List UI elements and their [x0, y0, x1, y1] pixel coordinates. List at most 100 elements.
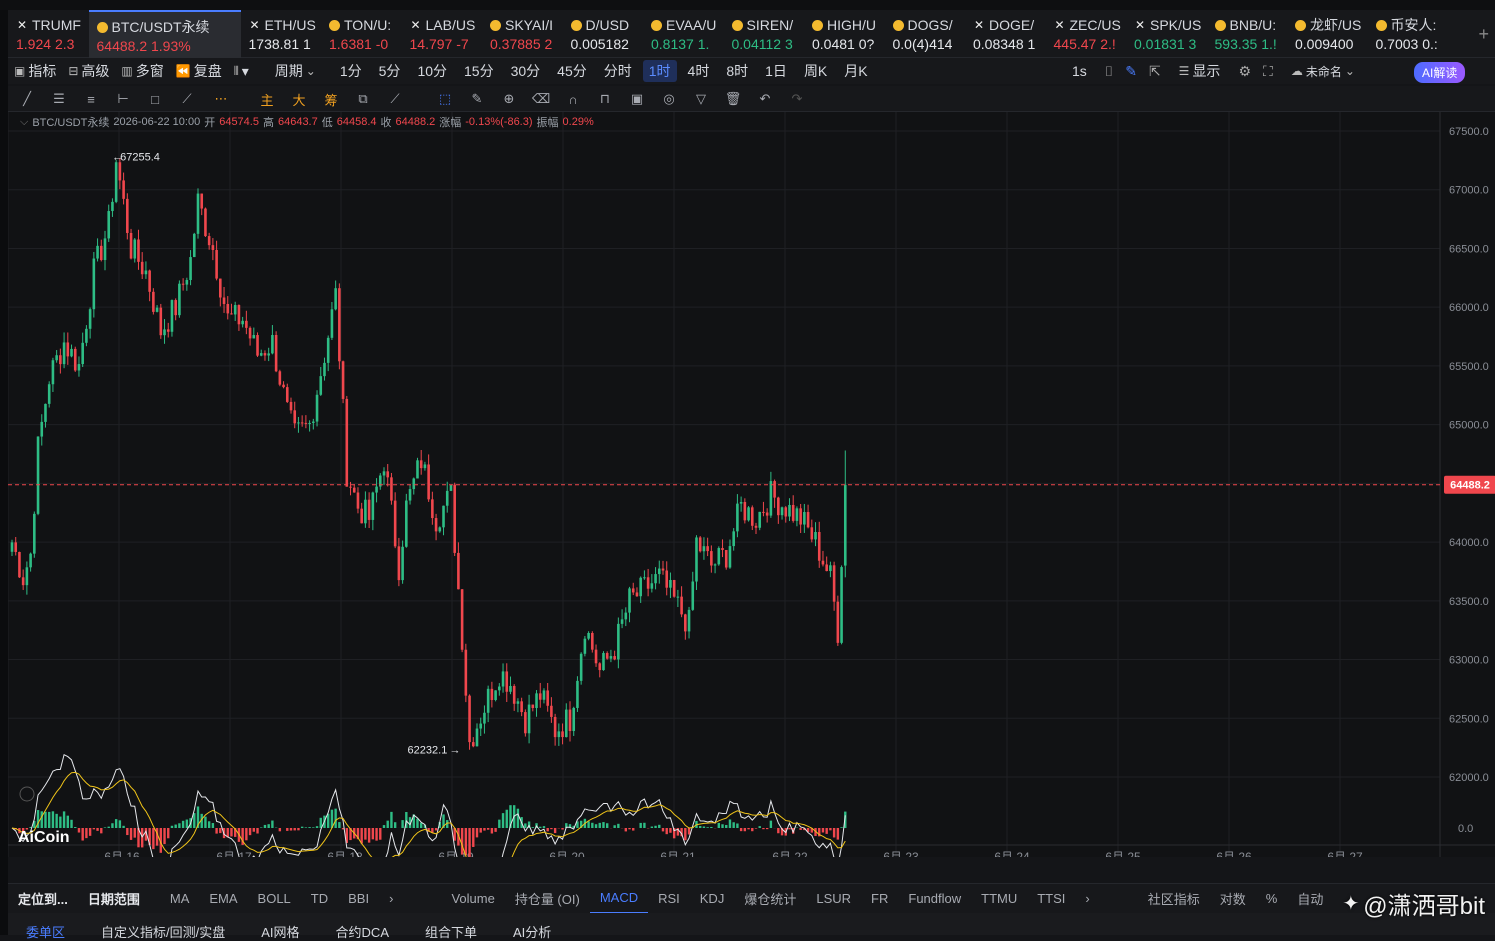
indicator-tab[interactable]: KDJ [690, 891, 735, 906]
indicator-tab[interactable]: Fundflow [898, 891, 971, 906]
copy-icon[interactable]: ⧉ [354, 91, 372, 107]
price-chart[interactable]: 67500.067000.066500.066000.065500.065000… [8, 112, 1495, 857]
panel-tab[interactable]: 合约DCA [318, 922, 407, 941]
ticker-item[interactable]: 龙虾/US0.009400 [1287, 10, 1368, 58]
ticker-item[interactable]: BNB/U:593.35 1.! [1207, 10, 1288, 58]
layout-name-dropdown[interactable]: ☁未命名⌄ [1285, 60, 1361, 82]
ticker-item[interactable]: TON/U:1.6381 -0 [321, 10, 402, 58]
main-indicator-icon[interactable]: 主 [258, 91, 276, 107]
period-option[interactable]: 1分 [334, 60, 368, 82]
ticker-item[interactable]: EVAA/U0.8137 1. [643, 10, 724, 58]
ticker-item[interactable]: ✕ZEC/US445.47 2.! [1046, 10, 1127, 58]
eraser-icon[interactable]: ⌫ [532, 91, 550, 107]
undo-icon[interactable]: ↶ [756, 91, 774, 107]
big-order-icon[interactable]: 大 [290, 91, 308, 107]
toolbar-advanced-button[interactable]: ⊟高级 [62, 60, 115, 82]
panel-tab[interactable]: AI分析 [495, 922, 569, 941]
period-option[interactable]: 月K [838, 60, 873, 82]
period-option[interactable]: 45分 [551, 60, 593, 82]
template-icon[interactable]: ▣ [628, 91, 646, 107]
ticker-item[interactable]: ✕DOGE/0.08348 1 [965, 10, 1046, 58]
indicator-tab[interactable]: % [1256, 891, 1288, 906]
rectangle-tool-icon[interactable]: □ [146, 91, 164, 107]
ticker-item[interactable]: SIREN/0.04112 3 [724, 10, 805, 58]
period-option[interactable]: 15分 [458, 60, 500, 82]
indicator-tab[interactable]: TTSI [1027, 891, 1075, 906]
toolbar-replay-button[interactable]: ⏪复盘 [170, 60, 228, 82]
share-icon[interactable]: ⇱ [1149, 63, 1161, 80]
ray-tool-icon[interactable]: ⊢ [114, 91, 132, 107]
indicator-tab[interactable]: MACD [590, 884, 648, 914]
period-option[interactable]: 4时 [682, 60, 716, 82]
ticker-item[interactable]: SKYAI/I0.37885 2 [482, 10, 563, 58]
filter-icon[interactable]: ▽ [692, 91, 710, 107]
period-option[interactable]: 30分 [505, 60, 547, 82]
lock-icon[interactable]: ⊓ [596, 91, 614, 107]
indicator-tab[interactable]: Volume [441, 891, 504, 906]
period-option[interactable]: 8时 [720, 60, 754, 82]
settings-icon[interactable]: ⚙ [1238, 63, 1251, 80]
period-option[interactable]: 分时 [598, 60, 638, 82]
info-collapse-icon[interactable]: ⌵ [20, 116, 28, 129]
select-icon[interactable]: ⬚ [436, 91, 454, 107]
indicator-tab[interactable]: 定位到... [8, 889, 78, 908]
hide-icon[interactable]: ◎ [660, 91, 678, 107]
period-option[interactable]: 5分 [373, 60, 407, 82]
seconds-button[interactable]: 1s [1066, 60, 1093, 82]
toolbar-candle-type-button[interactable]: ⫴▾ [228, 60, 255, 82]
indicator-tab[interactable]: LSUR [806, 891, 861, 906]
ticker-item[interactable]: DOGS/0.0(4)414 [885, 10, 966, 58]
candlestick-chart-svg[interactable]: 67500.067000.066500.066000.065500.065000… [8, 112, 1495, 857]
indicator-tab[interactable]: TD [301, 891, 338, 906]
indicator-tab[interactable]: RSI [648, 891, 690, 906]
delete-icon[interactable]: 🗑 [724, 91, 742, 107]
brush-tool-icon[interactable]: ⟋ [178, 91, 196, 107]
toolbar-multiwindow-button[interactable]: ▥多窗 [115, 60, 169, 82]
chip-distribution-icon[interactable]: 筹 [322, 91, 340, 107]
indicator-tab[interactable]: FR [861, 891, 898, 906]
edit-icon[interactable]: ✎ [1125, 63, 1137, 80]
indicator-tab[interactable]: 日期范围 [78, 889, 150, 908]
ticker-item[interactable]: D/USD0.005182 [563, 10, 644, 58]
indicator-tab[interactable]: 持仓量 (OI) [505, 889, 590, 908]
panel-tab[interactable]: 自定义指标/回测/实盘 [83, 922, 243, 941]
chevron-right-icon[interactable]: › [1075, 891, 1099, 906]
chevron-right-icon[interactable]: › [379, 891, 403, 906]
indicator-tab[interactable]: BBI [338, 891, 379, 906]
line-tool-icon[interactable]: ╱ [18, 91, 36, 107]
magnet-icon[interactable]: ∩ [564, 91, 582, 107]
period-option[interactable]: 1时 [643, 60, 677, 82]
period-option[interactable]: 10分 [411, 60, 453, 82]
indicator-tab[interactable]: MA [160, 891, 200, 906]
period-dropdown[interactable]: 周期⌄ [269, 60, 322, 82]
ticker-item[interactable]: ✕SPK/US0.01831 3 [1126, 10, 1207, 58]
indicator-tab[interactable]: 自动 [1287, 889, 1333, 908]
ticker-item[interactable]: ✕ETH/US1738.81 1 [241, 10, 322, 58]
toolbar-indicator-button[interactable]: ▣指标 [8, 60, 62, 82]
fullscreen-icon[interactable]: ⛶ [1263, 63, 1273, 80]
ticker-item[interactable]: 币安人:0.7003 0.: [1368, 10, 1449, 58]
panel-tab[interactable]: 组合下单 [407, 922, 495, 941]
indicator-tab[interactable]: EMA [199, 891, 247, 906]
period-option[interactable]: 周K [798, 60, 833, 82]
parallel-lines-icon[interactable]: ☰ [50, 91, 68, 107]
macd-expand-icon[interactable] [20, 787, 34, 801]
ticker-item[interactable]: HIGH/U0.0481 0? [804, 10, 885, 58]
pencil-icon[interactable]: ✎ [468, 91, 486, 107]
period-option[interactable]: 1日 [759, 60, 793, 82]
indicator-tab[interactable]: 社区指标 [1138, 889, 1210, 908]
indicator-tab[interactable]: TTMU [971, 891, 1027, 906]
ai-analyze-button[interactable]: AI解读 [1414, 62, 1465, 83]
horizontal-lines-icon[interactable]: ≡ [82, 91, 100, 107]
redo-icon[interactable]: ↷ [788, 91, 806, 107]
ticker-item[interactable]: ✕LAB/US14.797 -7 [402, 10, 483, 58]
indicator-tab[interactable]: 对数 [1210, 889, 1256, 908]
ticker-item[interactable]: BTC/USDT永续64488.2 1.93% [89, 10, 241, 58]
indicator-tab[interactable]: BOLL [248, 891, 301, 906]
display-button[interactable]: ☰显示 [1173, 60, 1227, 82]
add-ticker-icon[interactable]: + [1478, 24, 1489, 45]
indicator-tab[interactable]: 爆仓统计 [734, 889, 806, 908]
measure-icon[interactable]: ⟋ [386, 91, 404, 107]
zoom-icon[interactable]: ⊕ [500, 91, 518, 107]
ticker-item[interactable]: ✕TRUMF1.924 2.3 [8, 10, 89, 58]
